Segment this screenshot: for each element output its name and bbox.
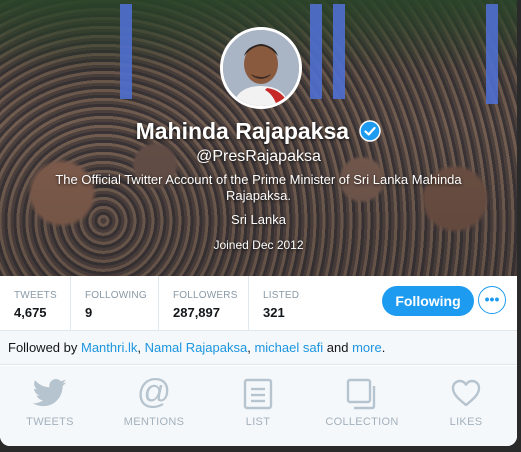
- tab-mentions[interactable]: @ MENTIONS: [104, 366, 204, 446]
- heart-icon: [451, 379, 481, 407]
- stat-label: FOLLOWING: [85, 290, 147, 301]
- stat-listed[interactable]: LISTED 321: [249, 276, 319, 330]
- followed-by-user-link[interactable]: Namal Rajapaksa: [145, 340, 248, 355]
- verified-badge-icon: [359, 120, 382, 148]
- tab-tweets[interactable]: TWEETS: [0, 366, 100, 446]
- avatar-portrait: [223, 30, 299, 106]
- banner-flag: [333, 4, 345, 99]
- banner-flag: [310, 4, 322, 99]
- at-icon: @: [136, 373, 172, 411]
- stat-followers[interactable]: FOLLOWERS 287,897: [159, 276, 249, 330]
- banner-flag: [120, 4, 132, 99]
- stat-value: 321: [263, 305, 285, 320]
- stat-value: 4,675: [14, 305, 47, 320]
- profile-joined-date: Joined Dec 2012: [213, 238, 304, 252]
- more-options-button[interactable]: •••: [478, 286, 506, 314]
- banner-flag: [486, 4, 498, 104]
- followed-by-period: .: [381, 340, 386, 355]
- following-button[interactable]: Following: [382, 286, 474, 316]
- tab-label: MENTIONS: [123, 416, 185, 428]
- stat-value: 287,897: [173, 305, 220, 320]
- profile-tabs: TWEETS @ MENTIONS LIST COLLECTION LIKES: [0, 366, 517, 446]
- profile-bio: The Official Twitter Account of the Prim…: [55, 172, 462, 203]
- followed-by-user-link[interactable]: michael safi: [254, 340, 323, 355]
- stat-following[interactable]: FOLLOWING 9: [71, 276, 159, 330]
- followed-by-prefix: Followed by: [8, 340, 78, 355]
- profile-name: Mahinda Rajapaksa: [135, 118, 350, 144]
- list-icon: [243, 378, 273, 410]
- tab-label: TWEETS: [26, 416, 74, 428]
- tab-label: LIST: [245, 416, 271, 428]
- bird-icon: [33, 378, 67, 407]
- stat-label: FOLLOWERS: [173, 290, 238, 301]
- tab-likes[interactable]: LIKES: [416, 366, 516, 446]
- stat-tweets[interactable]: TWEETS 4,675: [0, 276, 71, 330]
- avatar[interactable]: [220, 27, 302, 109]
- followed-by-and: and: [326, 340, 349, 355]
- profile-name-row: Mahinda Rajapaksa: [0, 117, 517, 148]
- tab-list[interactable]: LIST: [208, 366, 308, 446]
- followed-by-separator: ,: [247, 340, 251, 355]
- collection-icon: [346, 378, 376, 410]
- followed-by-more-link[interactable]: more: [352, 340, 382, 355]
- profile-card: Mahinda Rajapaksa @PresRajapaksa The Off…: [0, 0, 517, 446]
- profile-location: Sri Lanka: [231, 212, 286, 227]
- followed-by-bar: Followed by Manthri.lk, Namal Rajapaksa,…: [0, 331, 517, 365]
- tab-label: LIKES: [449, 416, 483, 428]
- profile-header-banner: Mahinda Rajapaksa @PresRajapaksa The Off…: [0, 0, 517, 276]
- followed-by-separator: ,: [137, 340, 141, 355]
- stat-label: LISTED: [263, 290, 300, 301]
- stat-label: TWEETS: [14, 290, 57, 301]
- stat-value: 9: [85, 305, 93, 320]
- tab-label: COLLECTION: [325, 416, 399, 428]
- followed-by-user-link[interactable]: Manthri.lk: [81, 340, 137, 355]
- profile-handle[interactable]: @PresRajapaksa: [0, 148, 517, 166]
- tab-collection[interactable]: COLLECTION: [312, 366, 412, 446]
